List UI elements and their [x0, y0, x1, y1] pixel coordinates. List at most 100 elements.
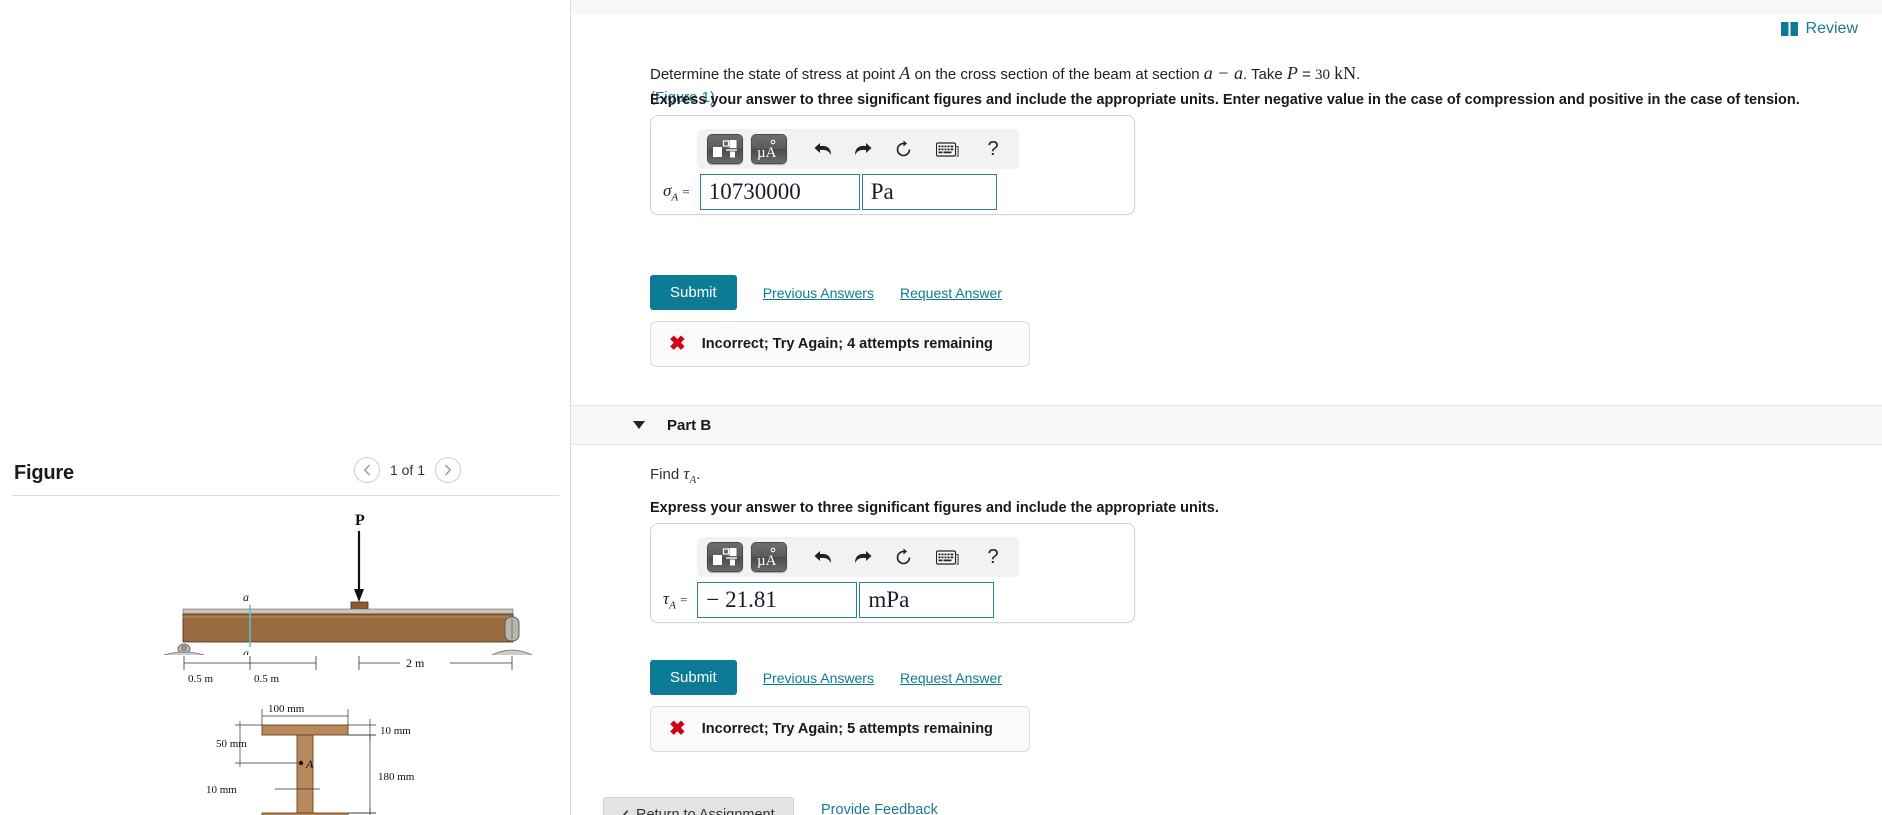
- web-height-label: 180 mm: [378, 771, 415, 783]
- provide-feedback-link[interactable]: Provide Feedback: [821, 802, 938, 815]
- part-a-feedback-text: Incorrect; Try Again; 4 attempts remaini…: [701, 336, 993, 352]
- part-b-toolbar: µA] ?: [697, 537, 1019, 577]
- question-line-part3: . Take: [1242, 66, 1287, 83]
- review-button[interactable]: Review: [1780, 20, 1858, 38]
- beam-diagram: P a a: [163, 512, 533, 655]
- part-a-answer-card: µA] ? σA = 10730000 Pa: [650, 115, 1135, 215]
- svg-text:]: ]: [956, 145, 959, 157]
- point-a-label: A: [305, 757, 314, 771]
- part-a-toolbar: µA] ?: [697, 129, 1019, 169]
- caret-down-icon[interactable]: [633, 421, 645, 429]
- math-template-button[interactable]: [707, 134, 743, 164]
- part-a-submit-button[interactable]: Submit: [650, 275, 737, 310]
- keyboard-icon: ]: [936, 141, 959, 157]
- svg-text:µA: µA: [757, 553, 777, 568]
- book-icon: [1780, 22, 1798, 36]
- review-label: Review: [1805, 20, 1858, 37]
- part-a-previous-answers-link[interactable]: Previous Answers: [763, 285, 874, 301]
- point-offset-label: 50 mm: [216, 738, 247, 750]
- part-b-value-input[interactable]: [697, 582, 858, 618]
- part-b-unit-input[interactable]: [859, 582, 995, 618]
- reset-button[interactable]: [887, 135, 919, 163]
- figure-pane: Figure 1 of 1 P a a 0.5 m 0.5 m 2 m 100 …: [0, 0, 571, 815]
- part-a-request-answer-link[interactable]: Request Answer: [900, 285, 1002, 301]
- undo-button[interactable]: [807, 543, 839, 571]
- svg-text:]: ]: [956, 553, 959, 565]
- math-template-button[interactable]: [707, 542, 743, 572]
- x-mark-icon: ✖: [669, 333, 686, 355]
- web-thickness-label: 10 mm: [206, 784, 237, 796]
- figure-counter: 1 of 1: [389, 462, 425, 478]
- part-a-instruction: Express your answer to three significant…: [650, 92, 1800, 108]
- part-b-equals: =: [680, 591, 688, 607]
- help-button[interactable]: ?: [977, 135, 1009, 163]
- units-icon: µA: [757, 139, 777, 160]
- reset-icon: [896, 548, 910, 564]
- reset-icon: [896, 140, 910, 156]
- units-button[interactable]: µA: [751, 134, 787, 164]
- redo-button[interactable]: [847, 135, 879, 163]
- return-to-assignment-button[interactable]: Return to Assignment: [603, 797, 794, 815]
- part-b-eq-label: τA =: [663, 589, 687, 611]
- svg-text:µA: µA: [757, 145, 777, 160]
- dim-mid-label: 0.5 m: [254, 673, 280, 685]
- dim-left-label: 0.5 m: [188, 673, 214, 685]
- part-b-request-answer-link[interactable]: Request Answer: [900, 670, 1002, 686]
- cross-section-diagram: 100 mm 10 mm 50 mm A 180 mm 10 mm: [206, 703, 415, 815]
- question-var-a: A: [899, 63, 911, 83]
- figure-image[interactable]: P a a 0.5 m 0.5 m 2 m 100 mm 10 mm 50 mm…: [0, 500, 571, 815]
- width-label: 100 mm: [268, 703, 305, 715]
- part-b-title: Part B: [667, 416, 712, 434]
- units-button[interactable]: µA: [751, 542, 787, 572]
- figure-nav: 1 of 1: [353, 457, 461, 483]
- reset-button[interactable]: [887, 543, 919, 571]
- redo-icon: [855, 143, 872, 155]
- question-value: 30: [1314, 67, 1330, 83]
- part-a-eq-label: σA =: [663, 181, 690, 203]
- question-line-part2: on the cross section of the beam at sect…: [910, 66, 1204, 83]
- x-mark-icon: ✖: [669, 718, 686, 740]
- page-title: Figure: [14, 461, 74, 484]
- part-a-submit-row: Submit Previous Answers Request Answer: [650, 275, 1002, 310]
- figure-header: Figure: [0, 452, 571, 494]
- keyboard-button[interactable]: ]: [927, 135, 969, 163]
- redo-button[interactable]: [847, 543, 879, 571]
- chevron-left-icon: [622, 809, 629, 815]
- part-a-unit-input[interactable]: [861, 174, 997, 210]
- part-a-feedback: ✖ Incorrect; Try Again; 4 attempts remai…: [650, 321, 1030, 367]
- help-button[interactable]: ?: [977, 543, 1009, 571]
- part-b-prompt-suffix: .: [696, 466, 701, 483]
- undo-icon: [814, 551, 831, 563]
- svg-text:a: a: [243, 590, 249, 604]
- figure-prev-button[interactable]: [353, 457, 380, 483]
- part-b-instruction: Express your answer to three significant…: [650, 500, 1219, 516]
- part-b-subscript: A: [669, 599, 676, 612]
- redo-icon: [855, 551, 872, 563]
- question-line-part1: Determine the state of stress at point: [650, 66, 900, 83]
- question-section: a − a: [1203, 63, 1243, 83]
- part-b-feedback-text: Incorrect; Try Again; 5 attempts remaini…: [701, 721, 993, 737]
- figure-divider: [12, 495, 559, 496]
- keyboard-button[interactable]: ]: [927, 543, 969, 571]
- math-template-icon: [713, 548, 737, 566]
- dim-right-label: 2 m: [406, 656, 425, 670]
- part-a-value-input[interactable]: [699, 174, 860, 210]
- units-icon: µA: [757, 547, 777, 568]
- part-b-header[interactable]: Part B: [571, 405, 1882, 445]
- content-pane: Review Determine the state of stress at …: [571, 0, 1882, 815]
- question-eq: =: [1297, 66, 1315, 83]
- part-b-submit-button[interactable]: Submit: [650, 660, 737, 695]
- question-end: .: [1356, 66, 1361, 83]
- part-a-subscript: A: [671, 191, 679, 204]
- part-a-equals: =: [682, 183, 690, 199]
- part-b-previous-answers-link[interactable]: Previous Answers: [763, 670, 874, 686]
- chevron-right-icon: [444, 464, 452, 476]
- part-b-feedback: ✖ Incorrect; Try Again; 5 attempts remai…: [650, 706, 1030, 752]
- question-unit: kN: [1334, 63, 1357, 83]
- chevron-left-icon: [363, 464, 370, 476]
- keyboard-icon: ]: [936, 549, 959, 565]
- return-to-assignment-label: Return to Assignment: [636, 807, 775, 815]
- help-icon: ?: [987, 545, 999, 568]
- figure-next-button[interactable]: [435, 457, 461, 483]
- undo-button[interactable]: [807, 135, 839, 163]
